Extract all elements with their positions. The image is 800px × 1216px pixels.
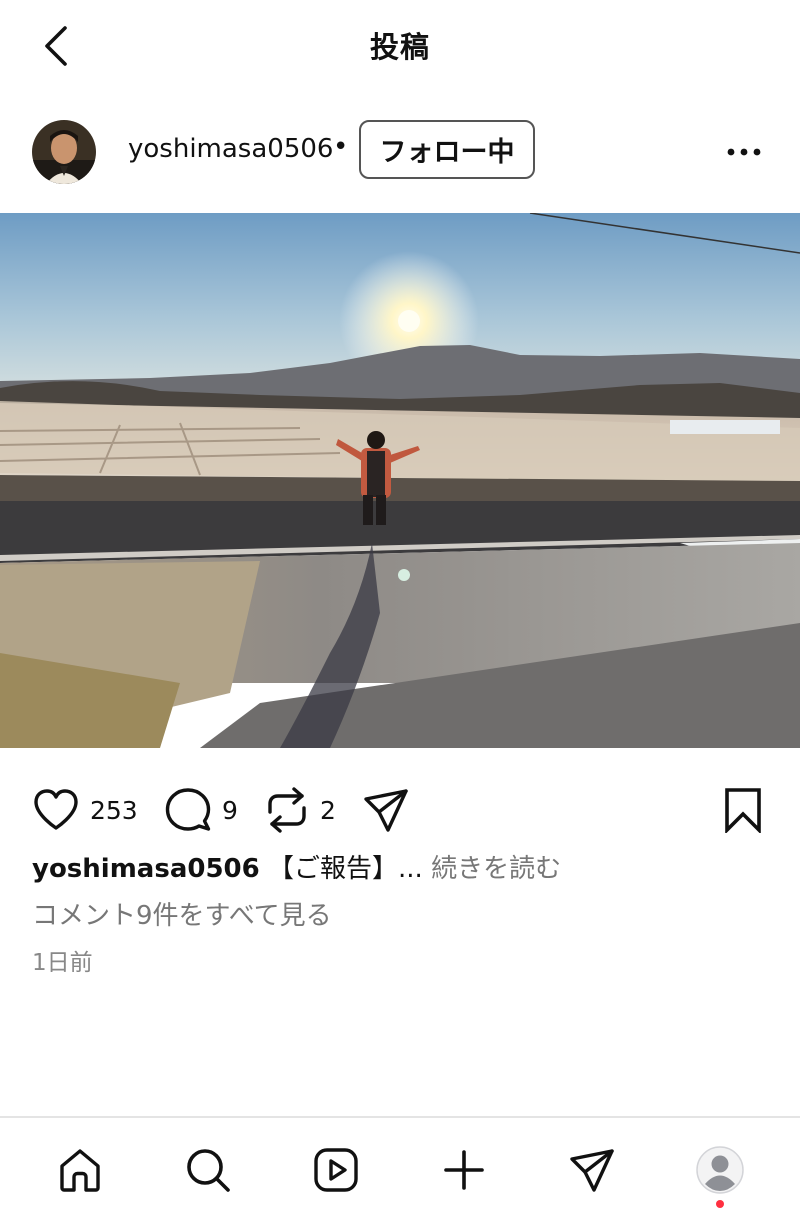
nav-home[interactable] [50, 1140, 110, 1200]
more-horizontal-icon [727, 148, 761, 156]
like-count: 253 [90, 795, 138, 825]
comment-count: 9 [222, 795, 238, 825]
bottom-navigation [0, 1116, 800, 1216]
username[interactable]: yoshimasa0506 [128, 134, 333, 164]
following-button[interactable]: フォロー中 [359, 120, 535, 179]
more-options-button[interactable] [718, 132, 770, 172]
nav-profile[interactable] [690, 1140, 750, 1200]
caption-text: 【ご報告】... [268, 854, 423, 884]
save-button[interactable] [722, 780, 764, 840]
top-bar: 投稿 [0, 0, 800, 90]
comment-button[interactable]: 9 [164, 780, 238, 840]
search-icon [187, 1149, 230, 1192]
messages-icon [570, 1149, 614, 1192]
bookmark-icon [725, 788, 761, 833]
share-button[interactable] [362, 780, 410, 840]
page-title: 投稿 [369, 30, 430, 64]
post-image[interactable] [0, 213, 800, 748]
repost-button[interactable]: 2 [264, 780, 336, 840]
reels-icon [314, 1148, 358, 1192]
nav-search[interactable] [178, 1140, 238, 1200]
read-more-link[interactable]: 続きを読む [431, 854, 561, 884]
post-header: yoshimasa0506 • フォロー中 [0, 112, 800, 192]
send-icon [364, 789, 408, 832]
create-icon [444, 1150, 484, 1190]
nav-reels[interactable] [306, 1140, 366, 1200]
separator-dot: • [333, 132, 349, 162]
nav-create[interactable] [434, 1140, 494, 1200]
post-timestamp: 1日前 [32, 950, 93, 976]
home-icon [60, 1149, 100, 1192]
like-button[interactable]: 253 [32, 780, 138, 840]
heart-icon [34, 789, 78, 830]
view-all-comments-link[interactable]: コメント9件をすべて見る [32, 895, 332, 932]
nav-messages[interactable] [562, 1140, 622, 1200]
comment-icon [165, 788, 211, 831]
caption-username[interactable]: yoshimasa0506 [32, 854, 260, 884]
post-actions: 253 9 2 [0, 780, 800, 840]
caption: yoshimasa0506 【ご報告】... 続きを読む [32, 848, 561, 885]
profile-icon [696, 1146, 744, 1194]
notification-dot [716, 1200, 724, 1208]
repost-count: 2 [320, 795, 336, 825]
repost-icon [268, 787, 306, 833]
avatar[interactable] [32, 120, 96, 184]
